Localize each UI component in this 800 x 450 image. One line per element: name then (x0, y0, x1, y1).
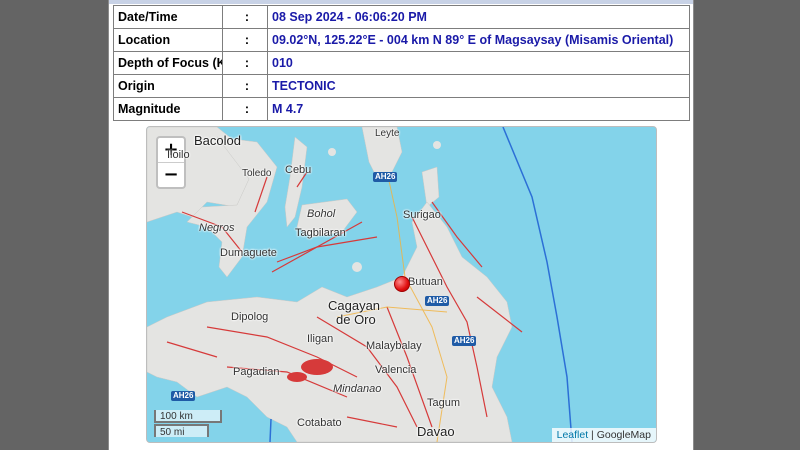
highway-shield: AH26 (452, 336, 477, 346)
row-separator: : (222, 5, 268, 29)
row-label: Location (113, 28, 223, 52)
top-strip (109, 0, 693, 4)
row-value: 09.02°N, 125.22°E - 004 km N 89° E of Ma… (267, 28, 690, 52)
row-label: Origin (113, 74, 223, 98)
scale-mi: 50 mi (154, 424, 209, 438)
place-label: Pagadian (233, 366, 280, 378)
row-value: TECTONIC (267, 74, 690, 98)
highway-shield: AH26 (373, 172, 398, 182)
table-row: Location : 09.02°N, 125.22°E - 004 km N … (113, 28, 690, 52)
row-label: Depth of Focus (Km) (113, 51, 223, 75)
place-label: Iligan (307, 333, 334, 345)
place-label: Cotabato (297, 417, 342, 429)
place-label: de Oro (336, 312, 376, 327)
place-label: Cagayan (328, 298, 381, 313)
row-separator: : (222, 97, 268, 121)
map-attribution: Leaflet | GoogleMap (551, 428, 656, 442)
attribution-separator: | (588, 429, 597, 441)
highway-shield: AH26 (171, 391, 196, 401)
place-label: Tagum (427, 397, 461, 409)
table-row: Depth of Focus (Km) : 010 (113, 51, 690, 75)
row-separator: : (222, 28, 268, 52)
highway-shield: AH26 (425, 296, 450, 306)
place-label: Leyte (375, 128, 400, 139)
place-label: Dumaguete (220, 247, 277, 259)
scale-km: 100 km (154, 410, 222, 423)
row-separator: : (222, 74, 268, 98)
place-label: Valencia (375, 364, 417, 376)
row-separator: : (222, 51, 268, 75)
place-label: Tagbilaran (295, 227, 346, 239)
row-value: 010 (267, 51, 690, 75)
place-label: Bohol (307, 208, 336, 220)
bulletin-panel: Date/Time : 08 Sep 2024 - 06:06:20 PM Lo… (108, 0, 694, 450)
table-row: Date/Time : 08 Sep 2024 - 06:06:20 PM (113, 5, 690, 29)
zoom-out-button[interactable]: − (158, 163, 184, 187)
row-label: Magnitude (113, 97, 223, 121)
place-label: Cebu (285, 164, 312, 176)
table-row: Origin : TECTONIC (113, 74, 690, 98)
place-label: Iloilo (167, 149, 190, 161)
place-label: Butuan (408, 276, 443, 288)
place-label: Toledo (242, 168, 272, 179)
attribution-provider: GoogleMap (596, 429, 651, 441)
epicenter-map[interactable]: + − Bacolod Iloilo Leyte Toledo Cebu Sur… (146, 126, 657, 443)
row-value: 08 Sep 2024 - 06:06:20 PM (267, 5, 690, 29)
row-value: M 4.7 (267, 97, 690, 121)
place-label: Negros (199, 222, 235, 234)
leaflet-link[interactable]: Leaflet (557, 429, 589, 441)
place-label: Dipolog (231, 311, 269, 323)
map-scale: 100 km 50 mi (154, 410, 222, 438)
earthquake-info-table: Date/Time : 08 Sep 2024 - 06:06:20 PM Lo… (113, 5, 690, 121)
place-label: Bacolod (194, 133, 241, 148)
row-label: Date/Time (113, 5, 223, 29)
zoom-control: + − (156, 136, 186, 189)
place-label: Malaybalay (366, 340, 422, 352)
table-row: Magnitude : M 4.7 (113, 97, 690, 121)
place-label: Surigao (403, 209, 441, 221)
place-label: Davao (417, 424, 455, 439)
epicenter-marker[interactable] (394, 276, 410, 292)
place-label: Mindanao (333, 383, 382, 395)
